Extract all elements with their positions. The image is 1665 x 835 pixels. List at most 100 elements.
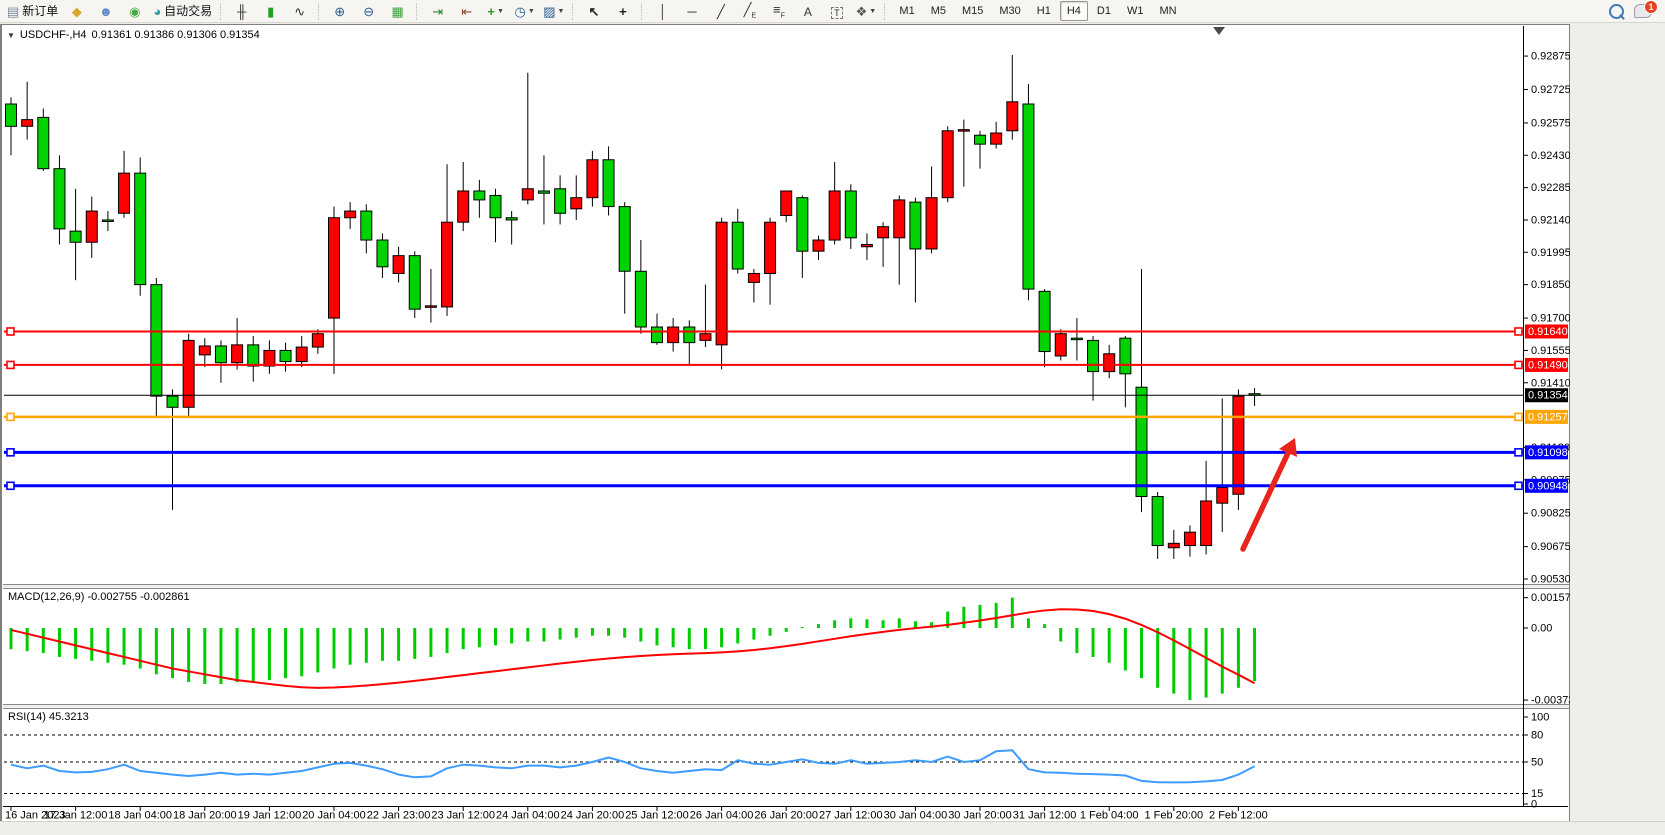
time-axis-label: 19 Jan 12:00 xyxy=(238,810,302,822)
timeframe-button-m30[interactable]: M30 xyxy=(992,1,1027,21)
time-axis-label: 24 Jan 04:00 xyxy=(496,810,560,822)
metaeditor-icon: ◆ xyxy=(72,5,82,18)
bull-candle xyxy=(878,227,889,238)
bull-candle xyxy=(345,211,356,218)
time-axis-label: 30 Jan 04:00 xyxy=(884,810,948,822)
chevron-down-icon: ▼ xyxy=(869,8,876,15)
macd-axis-label: 0.001573 xyxy=(1531,592,1570,604)
fibonacci-button[interactable]: ≡F xyxy=(764,0,793,22)
time-axis-label: 17 Jan 12:00 xyxy=(44,810,108,822)
bear-candle xyxy=(474,191,485,200)
rsi-axis-label: 80 xyxy=(1531,730,1543,742)
timeframe-button-d1[interactable]: D1 xyxy=(1090,1,1118,21)
zoom-in-button[interactable]: ⊕ xyxy=(325,0,354,22)
bull-candle xyxy=(700,334,711,341)
bull-candle xyxy=(232,345,243,363)
auto-scroll-icon: ⇥ xyxy=(432,5,443,18)
timeframe-button-h4[interactable]: H4 xyxy=(1060,1,1088,21)
chevron-down-icon: ▼ xyxy=(497,8,504,15)
bull-candle xyxy=(22,120,33,127)
chart-symbol-period: USDCHF-,H4 xyxy=(20,29,87,41)
chart-canvas[interactable]: 0.928750.927250.925750.924300.922850.921… xyxy=(2,25,1570,821)
bear-candle xyxy=(910,202,921,249)
signals-button[interactable]: ◉ xyxy=(120,0,149,22)
chart-shift-button[interactable]: ⇤ xyxy=(452,0,481,22)
trendline-button[interactable]: ╱ xyxy=(706,0,735,22)
chat-icon[interactable]: 1 xyxy=(1634,4,1652,18)
profile-button[interactable]: ☻ xyxy=(91,0,120,22)
bar-chart-icon: ╫ xyxy=(237,5,246,18)
bear-candle xyxy=(1039,291,1050,351)
bull-candle xyxy=(958,130,969,132)
equidistant-channel-button[interactable]: ╱E xyxy=(735,0,764,22)
text-button[interactable]: A xyxy=(793,0,822,22)
crosshair-button[interactable]: + xyxy=(608,0,637,22)
bear-candle xyxy=(684,327,695,343)
crosshair-icon: + xyxy=(619,5,627,18)
line-handle xyxy=(1515,482,1522,489)
bull-candle xyxy=(748,273,759,282)
bear-candle xyxy=(1071,338,1082,340)
rsi-axis-label: 100 xyxy=(1531,712,1549,724)
timeframe-button-m15[interactable]: M15 xyxy=(955,1,990,21)
toolbar-button-label: 新订单 xyxy=(22,5,58,17)
vertical-line-button[interactable]: │ xyxy=(648,0,677,22)
bear-candle xyxy=(135,173,146,285)
time-axis-label: 26 Jan 04:00 xyxy=(690,810,754,822)
auto-scroll-button[interactable]: ⇥ xyxy=(423,0,452,22)
search-icon[interactable] xyxy=(1609,4,1624,19)
time-axis-label: 31 Jan 12:00 xyxy=(1013,810,1077,822)
line-chart-icon: ∿ xyxy=(294,5,305,18)
bear-candle xyxy=(619,207,630,272)
bull-candle xyxy=(765,222,776,273)
chart-collapse-icon[interactable]: ▼ xyxy=(7,31,15,40)
bear-candle xyxy=(280,350,291,361)
metaeditor-button[interactable]: ◆ xyxy=(62,0,91,22)
time-axis-label: 26 Jan 20:00 xyxy=(754,810,818,822)
templates-button[interactable]: ▨▼ xyxy=(539,0,568,22)
periods-button[interactable]: ◷▼ xyxy=(510,0,539,22)
timeframe-button-w1[interactable]: W1 xyxy=(1120,1,1151,21)
bar-chart-button[interactable]: ╫ xyxy=(227,0,256,22)
line-handle xyxy=(7,361,14,368)
toolbar-separator xyxy=(318,3,321,20)
candlestick-chart-button[interactable]: ▮ xyxy=(256,0,285,22)
price-axis-label: 0.90825 xyxy=(1531,508,1570,520)
cursor-button[interactable]: ↖ xyxy=(579,0,608,22)
time-axis-label: 24 Jan 20:00 xyxy=(561,810,625,822)
timeframe-button-h1[interactable]: H1 xyxy=(1030,1,1058,21)
candlestick-chart-icon: ▮ xyxy=(267,5,274,18)
signals-icon: ◉ xyxy=(129,5,140,18)
price-axis-label: 0.91555 xyxy=(1531,345,1570,357)
price-axis-label: 0.92430 xyxy=(1531,150,1570,162)
timeframe-button-m1[interactable]: M1 xyxy=(892,1,921,21)
tile-windows-button[interactable]: ▦ xyxy=(383,0,412,22)
bear-candle xyxy=(377,240,388,267)
bear-candle xyxy=(1120,338,1131,374)
main-toolbar: ▤新订单◆☻◉◕自动交易╫▮∿⊕⊖▦⇥⇤+▼◷▼▨▼↖+│─╱╱E≡FAT❖▼M… xyxy=(0,0,1665,23)
arrows-button[interactable]: ❖▼ xyxy=(851,0,880,22)
new-order-button[interactable]: ▤新订单 xyxy=(3,0,62,22)
zoom-out-button[interactable]: ⊖ xyxy=(354,0,383,22)
chevron-down-icon: ▼ xyxy=(528,8,535,15)
indicators-icon: + xyxy=(487,5,495,18)
autotrading-button[interactable]: ◕自动交易 xyxy=(149,0,216,22)
timeframe-button-mn[interactable]: MN xyxy=(1152,1,1183,21)
cursor-icon: ↖ xyxy=(588,5,599,18)
macd-indicator-label: MACD(12,26,9) -0.002755 -0.002861 xyxy=(8,591,190,603)
bull-candle xyxy=(1201,501,1212,546)
timeframe-button-m5[interactable]: M5 xyxy=(924,1,953,21)
bull-candle xyxy=(668,327,679,343)
bull-candle xyxy=(1184,532,1195,545)
price-axis-label: 0.90530 xyxy=(1531,574,1570,586)
line-chart-button[interactable]: ∿ xyxy=(285,0,314,22)
time-axis-label: 22 Jan 23:00 xyxy=(367,810,431,822)
time-axis-label: 30 Jan 20:00 xyxy=(948,810,1012,822)
price-axis-label: 0.90675 xyxy=(1531,541,1570,553)
bull-candle xyxy=(264,350,275,366)
bear-candle xyxy=(506,218,517,220)
indicators-button[interactable]: +▼ xyxy=(481,0,510,22)
horizontal-line-button[interactable]: ─ xyxy=(677,0,706,22)
text-label-button[interactable]: T xyxy=(822,0,851,22)
bull-candle xyxy=(458,191,469,222)
